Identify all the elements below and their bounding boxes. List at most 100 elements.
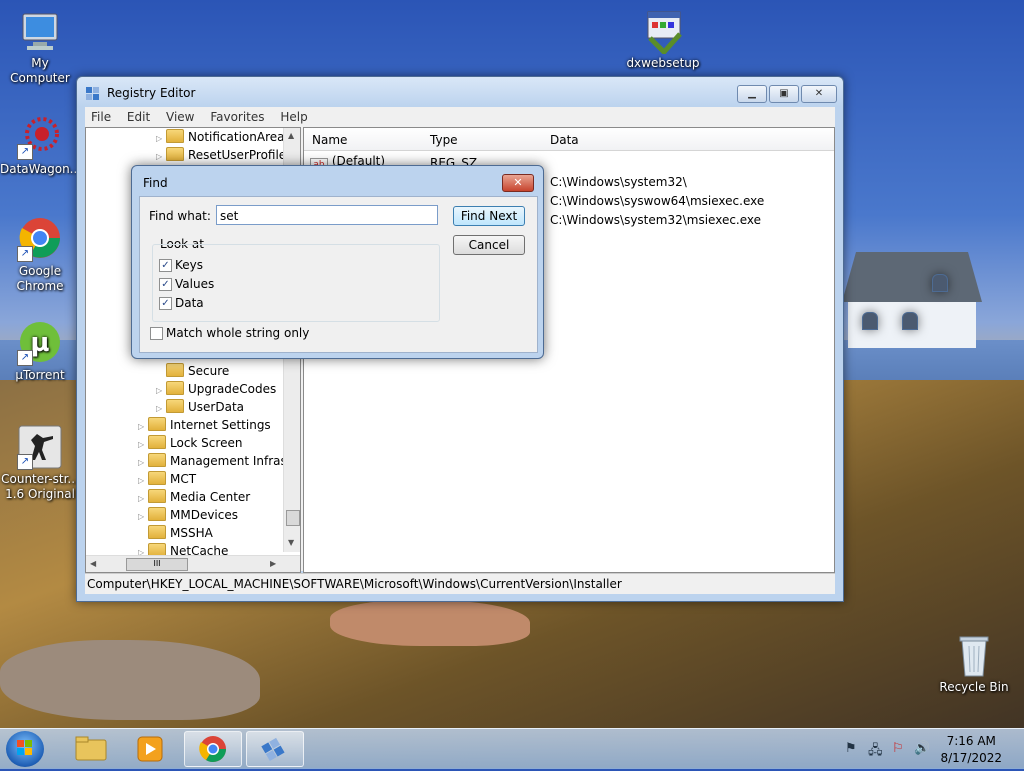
tree-item[interactable]: ▷ UserData xyxy=(156,398,244,416)
desktop-icon-my-computer[interactable]: My Computer xyxy=(0,8,80,86)
value-data: C:\Windows\system32\ xyxy=(550,175,687,189)
installer-icon xyxy=(640,8,686,56)
folder-icon xyxy=(148,489,166,503)
find-dialog[interactable]: Find ✕ Find what: set Find Next Cancel L… xyxy=(131,165,544,359)
volume-icon[interactable]: 🔊 xyxy=(914,741,930,756)
tree-item[interactable]: Secure xyxy=(156,362,229,380)
tree-item[interactable]: ▷ MMDevices xyxy=(138,506,238,524)
menu-edit[interactable]: Edit xyxy=(121,107,156,124)
tree-horizontal-scrollbar[interactable]: ◀ III ▶ xyxy=(86,555,300,572)
menu-file[interactable]: File xyxy=(85,107,117,124)
tree-item[interactable]: ▷ Internet Settings xyxy=(138,416,271,434)
desktop-house xyxy=(842,252,982,348)
tree-item[interactable]: ▷ Management Infrast xyxy=(138,452,291,470)
column-header-data[interactable]: Data xyxy=(550,133,579,147)
taskbar-media-player[interactable] xyxy=(122,731,180,767)
desktop-icon-google-chrome[interactable]: ↗ Google Chrome xyxy=(0,216,80,294)
check-icon: ✓ xyxy=(161,260,170,271)
close-button[interactable]: ✕ xyxy=(801,85,837,103)
scroll-up-icon[interactable]: ▲ xyxy=(288,131,294,140)
folder-icon xyxy=(166,129,184,143)
desktop-icon-utorrent[interactable]: µ ↗ μTorrent xyxy=(0,320,80,383)
registry-editor-icon xyxy=(261,737,285,762)
desktop-icon-label: DataWagon... xyxy=(0,162,82,176)
data-label: Data xyxy=(175,296,204,310)
tree-item-label: UserData xyxy=(188,400,245,414)
menu-help[interactable]: Help xyxy=(274,107,313,124)
match-whole-string-label: Match whole string only xyxy=(166,326,310,340)
minimize-icon: ▁ xyxy=(748,88,756,99)
tree-item[interactable]: ▷ MCT xyxy=(138,470,196,488)
maximize-button[interactable]: ▣ xyxy=(769,85,799,103)
folder-icon xyxy=(75,736,107,761)
cancel-button[interactable]: Cancel xyxy=(453,235,525,255)
start-button[interactable] xyxy=(6,731,44,767)
shortcut-arrow-icon: ↗ xyxy=(17,454,33,470)
keys-checkbox[interactable]: ✓ xyxy=(159,259,172,272)
maximize-icon: ▣ xyxy=(779,88,789,99)
folder-icon xyxy=(148,435,166,449)
scroll-thumb[interactable]: III xyxy=(126,558,188,571)
tree-item-label: Media Center xyxy=(170,490,251,504)
tree-item[interactable]: ▷ UpgradeCodes xyxy=(156,380,276,398)
tree-item[interactable]: MSSHA xyxy=(138,524,213,542)
values-checkbox[interactable]: ✓ xyxy=(159,278,172,291)
column-header-type[interactable]: Type xyxy=(430,133,458,147)
action-center-icon[interactable]: ⚑ xyxy=(845,741,857,756)
scroll-left-icon[interactable]: ◀ xyxy=(90,559,96,568)
data-checkbox[interactable]: ✓ xyxy=(159,297,172,310)
svg-text:µ: µ xyxy=(30,328,49,358)
network-icon[interactable]: 🖧 xyxy=(868,741,883,763)
desktop-rock xyxy=(330,600,530,646)
desktop-icon-label: Counter-str... 1.6 Original xyxy=(1,472,79,501)
minimize-button[interactable]: ▁ xyxy=(737,85,767,103)
clock-time: 7:16 AM xyxy=(946,734,996,748)
tree-item-label: NotificationArea xyxy=(188,130,285,144)
scroll-right-icon[interactable]: ▶ xyxy=(270,559,276,568)
scroll-thumb[interactable] xyxy=(286,510,300,526)
match-whole-string-checkbox[interactable] xyxy=(150,327,163,340)
tree-item[interactable]: ▷ ResetUserProfile xyxy=(156,146,286,164)
folder-icon xyxy=(148,507,166,521)
desktop-icon-datawagon[interactable]: ↗ DataWagon... xyxy=(0,114,82,177)
tree-item[interactable]: ▷ NotificationArea xyxy=(156,128,284,146)
taskbar-explorer[interactable] xyxy=(62,731,120,767)
value-data: C:\Windows\syswow64\msiexec.exe xyxy=(550,194,765,208)
desktop-icon-dxwebsetup[interactable]: dxwebsetup xyxy=(623,8,703,71)
desktop-icon-recycle-bin[interactable]: Recycle Bin xyxy=(934,632,1014,695)
taskbar-chrome[interactable] xyxy=(184,731,242,767)
tree-item[interactable]: ▷ Media Center xyxy=(138,488,250,506)
desktop-icon-label: Google Chrome xyxy=(16,264,64,293)
system-clock[interactable]: 7:16 AM 8/17/2022 xyxy=(940,733,1002,767)
expand-icon[interactable]: ▷ xyxy=(156,148,166,166)
find-what-input[interactable]: set xyxy=(216,205,438,225)
folder-icon xyxy=(166,381,184,395)
tree-item-label: Internet Settings xyxy=(170,418,271,432)
menu-favorites[interactable]: Favorites xyxy=(204,107,270,124)
media-player-icon xyxy=(137,736,163,762)
menu-view[interactable]: View xyxy=(160,107,200,124)
find-dialog-body: Find what: set Find Next Cancel Look at … xyxy=(139,196,538,353)
column-header-name[interactable]: Name xyxy=(312,133,347,147)
keys-label: Keys xyxy=(175,258,204,272)
folder-icon xyxy=(166,363,184,377)
taskbar-registry-editor[interactable] xyxy=(246,731,304,767)
desktop-rock xyxy=(0,640,260,720)
value-data: C:\Windows\system32\msiexec.exe xyxy=(550,213,762,227)
scroll-down-icon[interactable]: ▼ xyxy=(288,538,294,547)
desktop-icon-counter-strike[interactable]: ↗ Counter-str... 1.6 Original xyxy=(0,424,80,502)
security-alert-icon[interactable]: ⚐ xyxy=(892,741,904,756)
find-next-button[interactable]: Find Next xyxy=(453,206,525,226)
tree-item-label: MMDevices xyxy=(170,508,238,522)
tree-item-label: MSSHA xyxy=(170,526,213,540)
folder-icon xyxy=(166,147,184,161)
registry-window-title: Registry Editor xyxy=(107,86,196,100)
desktop-icon-label: dxwebsetup xyxy=(626,56,700,70)
registry-title-bar[interactable]: Registry Editor ▁ ▣ ✕ xyxy=(77,77,843,107)
find-close-button[interactable]: ✕ xyxy=(502,174,534,192)
tree-item[interactable]: ▷ Lock Screen xyxy=(138,434,242,452)
desktop-icon-label: Recycle Bin xyxy=(939,680,1009,694)
shortcut-arrow-icon: ↗ xyxy=(17,350,33,366)
find-dialog-title: Find xyxy=(143,176,168,190)
close-icon: ✕ xyxy=(814,88,824,99)
